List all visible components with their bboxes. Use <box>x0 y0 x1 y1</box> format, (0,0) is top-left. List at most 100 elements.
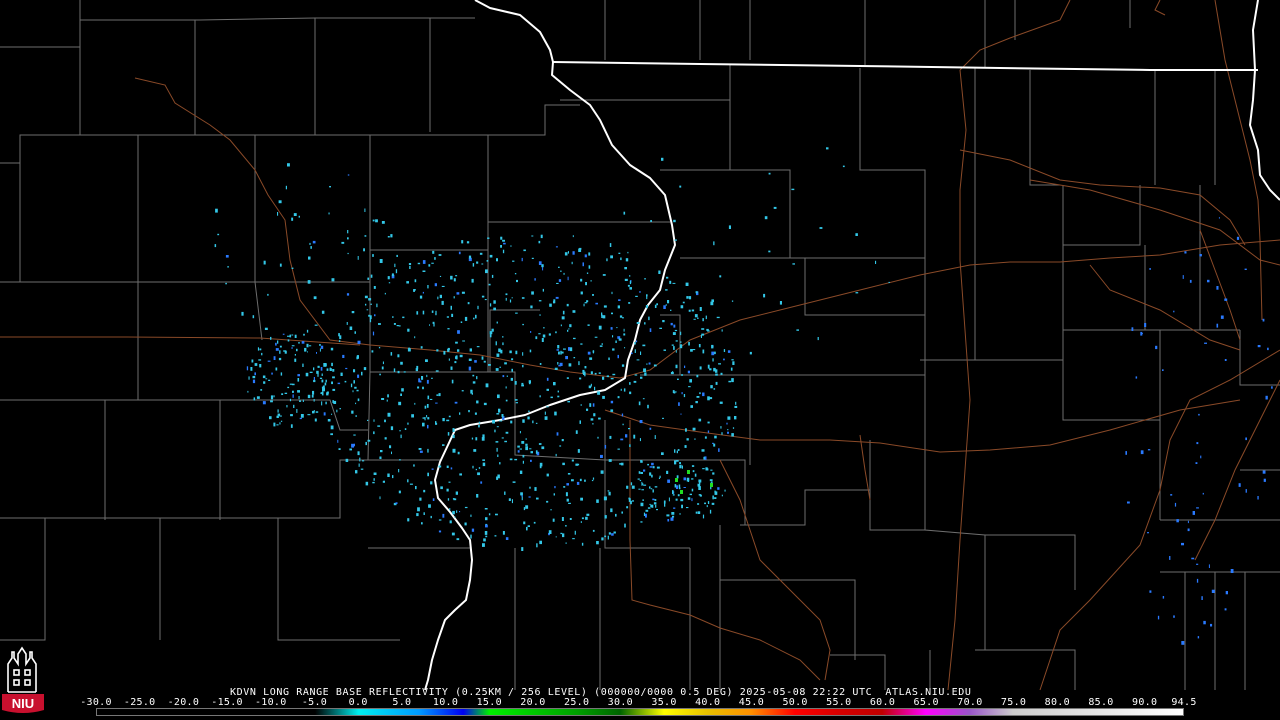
echo-pixel <box>353 443 355 447</box>
echo-pixel <box>527 416 530 420</box>
echo-pixel <box>592 350 595 353</box>
echo-pixel <box>275 367 278 371</box>
echo-pixel <box>393 323 396 325</box>
echo-pixel <box>447 432 450 436</box>
echo-pixel <box>709 397 713 400</box>
echo-pixel <box>629 444 631 447</box>
echo-pixel <box>225 282 227 285</box>
echo-pixel <box>1224 359 1227 361</box>
echo-pixel <box>855 292 859 294</box>
echo-pixel <box>696 374 699 378</box>
echo-pixel <box>655 504 657 508</box>
echo-pixel <box>648 316 650 321</box>
echo-pixel <box>640 351 642 355</box>
colorbar-tick-label: 65.0 <box>913 697 939 708</box>
echo-pixel <box>592 529 595 532</box>
echo-pixel <box>305 372 309 377</box>
echo-pixel <box>734 405 738 408</box>
echo-pixel <box>307 280 311 284</box>
echo-pixel <box>1245 489 1247 493</box>
echo-pixel <box>609 435 612 439</box>
echo-pixel <box>471 528 475 532</box>
echo-pixel <box>424 417 426 421</box>
echo-pixel <box>374 314 376 317</box>
echo-pixel <box>407 328 410 332</box>
echo-pixel <box>296 348 298 352</box>
echo-pixel <box>714 490 716 493</box>
echo-pixel <box>320 345 324 349</box>
echo-pixel <box>482 434 485 438</box>
echo-pixel <box>277 409 279 413</box>
echo-pixel <box>496 353 500 357</box>
echo-pixel <box>409 483 413 485</box>
echo-pixel <box>442 444 445 446</box>
echo-pixel <box>299 400 302 402</box>
echo-pixel <box>417 507 420 512</box>
echo-pixel <box>416 311 419 315</box>
echo-pixel <box>620 462 624 466</box>
echo-pixel <box>502 375 505 378</box>
echo-pixel <box>525 446 528 451</box>
echo-pixel <box>502 531 505 535</box>
echo-pixel <box>454 516 456 518</box>
echo-pixel <box>431 310 434 313</box>
echo-pixel <box>296 409 298 413</box>
echo-pixel <box>521 496 523 501</box>
echo-pixel <box>470 534 472 539</box>
echo-pixel <box>372 254 374 257</box>
echo-pixel <box>471 437 474 440</box>
echo-pixel <box>707 501 710 504</box>
echo-pixel <box>539 363 542 365</box>
echo-pixel <box>624 347 626 349</box>
echo-pixel <box>289 398 291 402</box>
echo-pixel <box>638 488 641 490</box>
echo-pixel <box>461 291 465 294</box>
echo-pixel <box>681 504 683 509</box>
echo-pixel <box>625 258 629 262</box>
echo-pixel <box>435 310 437 314</box>
echo-pixel <box>617 448 620 450</box>
echo-pixel <box>558 279 562 282</box>
echo-pixel <box>367 277 370 280</box>
echo-pixel <box>414 402 416 405</box>
echo-pixel <box>634 374 638 376</box>
echo-pixel <box>475 468 477 471</box>
echo-pixel <box>529 349 532 353</box>
echo-pixel <box>534 487 537 491</box>
echo-pixel <box>298 396 300 400</box>
echo-pixel <box>436 394 439 396</box>
echo-pixel <box>441 285 445 287</box>
colorbar-tick-label: 0.0 <box>348 697 368 708</box>
echo-pixel <box>346 293 350 296</box>
echo-pixel <box>642 483 644 486</box>
echo-pixel <box>309 371 313 373</box>
echo-pixel <box>629 391 632 395</box>
echo-pixel <box>1196 578 1199 583</box>
echo-pixel <box>503 242 506 245</box>
echo-pixel <box>437 296 439 300</box>
echo-pixel <box>290 414 293 417</box>
echo-pixel <box>430 515 432 519</box>
echo-pixel <box>320 367 323 371</box>
echo-pixel <box>364 295 368 299</box>
echo-pixel <box>592 423 594 425</box>
echo-pixel <box>627 284 630 287</box>
echo-pixel <box>1147 449 1151 451</box>
echo-pixel <box>452 434 455 439</box>
echo-pixel <box>676 475 679 479</box>
echo-pixel <box>476 400 479 404</box>
echo-pixel <box>396 325 399 327</box>
echo-pixel <box>1216 286 1219 290</box>
echo-pixel <box>429 398 433 400</box>
echo-pixel <box>768 172 771 175</box>
echo-pixel <box>627 251 629 254</box>
echo-pixel <box>365 481 369 486</box>
echo-pixel <box>329 186 331 188</box>
echo-pixel <box>462 340 465 342</box>
echo-pixel <box>291 217 294 221</box>
echo-pixel <box>331 413 333 415</box>
echo-pixel <box>698 418 702 422</box>
echo-pixel <box>691 478 694 480</box>
echo-pixel <box>270 336 272 340</box>
echo-pixel <box>538 261 542 265</box>
